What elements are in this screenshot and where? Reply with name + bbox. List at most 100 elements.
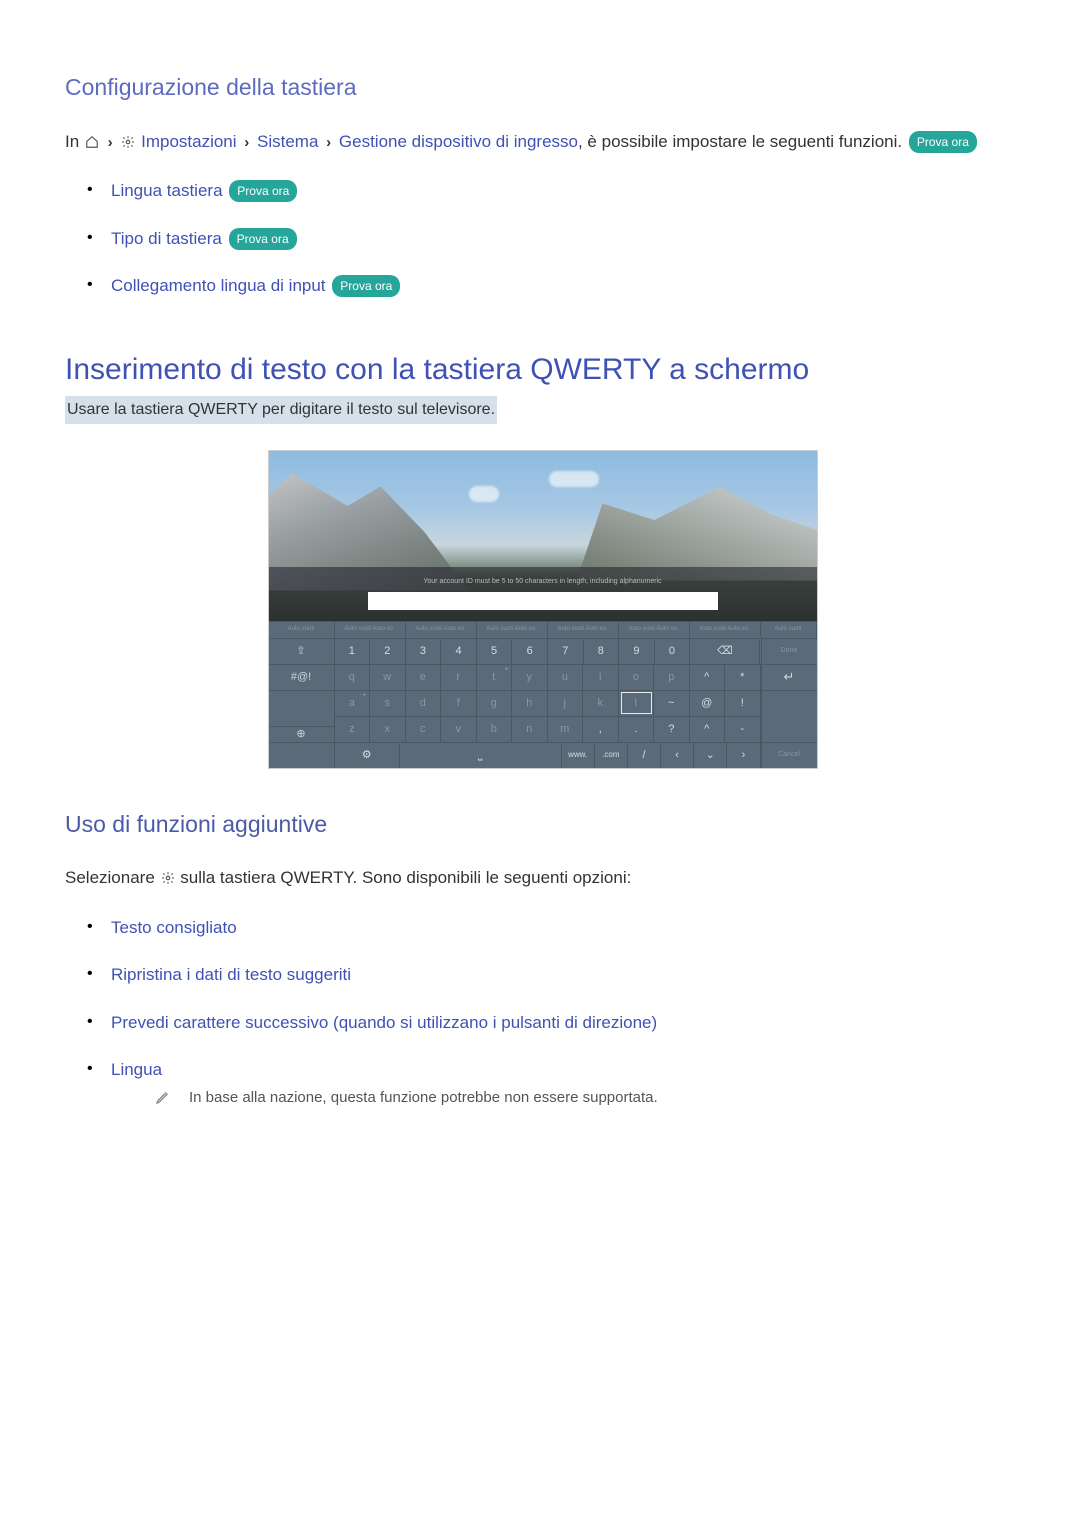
try-now-badge[interactable]: Prova ora: [229, 228, 297, 250]
try-now-badge[interactable]: Prova ora: [229, 180, 297, 202]
key-q[interactable]: q: [335, 664, 371, 690]
item-label[interactable]: Tipo di tastiera: [111, 229, 222, 248]
key-asterisk[interactable]: *: [725, 664, 761, 690]
key-u[interactable]: u: [548, 664, 584, 690]
done-key[interactable]: Done: [762, 638, 817, 664]
item-label[interactable]: Collegamento lingua di input: [111, 276, 326, 295]
key-4[interactable]: 4: [441, 638, 477, 664]
key-at[interactable]: @: [690, 690, 726, 716]
option-label[interactable]: Ripristina i dati di testo suggeriti: [111, 965, 351, 984]
key-question[interactable]: ?: [654, 716, 690, 742]
key-n[interactable]: n: [512, 716, 548, 742]
breadcrumb-sistema[interactable]: Sistema: [257, 132, 318, 151]
arrow-down-key[interactable]: ⌄: [694, 742, 727, 768]
list-item: Ripristina i dati di testo suggeriti: [93, 962, 1020, 988]
cancel-key[interactable]: Cancel: [761, 742, 817, 768]
key-j[interactable]: j: [548, 690, 584, 716]
key-e[interactable]: e: [406, 664, 442, 690]
suggestion-cell[interactable]: Auto vuoti Auto vo.: [619, 622, 690, 638]
suggestion-cell[interactable]: Auto vuoti Auto vo.: [690, 622, 761, 638]
suggestion-cell[interactable]: Auto vuoti: [761, 622, 817, 638]
arrow-right-key[interactable]: ›: [727, 742, 760, 768]
key-1[interactable]: 1: [335, 638, 371, 664]
key-caret[interactable]: ^: [690, 664, 726, 690]
key-v[interactable]: v: [441, 716, 477, 742]
done-key-area[interactable]: [762, 690, 817, 742]
item-label[interactable]: Lingua tastiera: [111, 181, 223, 200]
backspace-key[interactable]: ⌫: [690, 638, 760, 664]
option-label[interactable]: Prevedi carattere successivo (quando si …: [111, 1013, 657, 1032]
breadcrumb-gestione[interactable]: Gestione dispositivo di ingresso: [339, 132, 578, 151]
qwerty-keyboard-figure: Your account ID must be 5 to 50 characte…: [268, 450, 818, 769]
key-2[interactable]: 2: [370, 638, 406, 664]
key-k[interactable]: k: [583, 690, 619, 716]
key-g[interactable]: g: [477, 690, 513, 716]
key-m[interactable]: m: [548, 716, 584, 742]
key-o[interactable]: o: [619, 664, 655, 690]
intro2-suffix: sulla tastiera QWERTY. Sono disponibili …: [180, 868, 631, 887]
key-6[interactable]: 6: [512, 638, 548, 664]
pencil-icon: [155, 1087, 171, 1103]
key-7[interactable]: 7: [548, 638, 584, 664]
space-key[interactable]: ⎵: [400, 742, 562, 768]
symbols-key[interactable]: #@!: [269, 664, 334, 690]
list-item: Prevedi carattere successivo (quando si …: [93, 1010, 1020, 1036]
key-3[interactable]: 3: [406, 638, 442, 664]
key-z[interactable]: z: [335, 716, 371, 742]
key-s[interactable]: s: [370, 690, 406, 716]
intro-suffix: , è possibile impostare le seguenti funz…: [578, 132, 902, 151]
keyboard-gear-key[interactable]: ⚙: [335, 742, 400, 768]
try-now-badge[interactable]: Prova ora: [332, 275, 400, 297]
enter-key[interactable]: ↵: [762, 664, 817, 690]
option-label[interactable]: Lingua: [111, 1060, 162, 1079]
key-r[interactable]: r: [441, 664, 477, 690]
key-p[interactable]: p: [654, 664, 690, 690]
arrow-left-key[interactable]: ‹: [661, 742, 694, 768]
key-c[interactable]: c: [406, 716, 442, 742]
additional-options-list: Testo consigliato Ripristina i dati di t…: [65, 915, 1020, 1110]
key-a[interactable]: a+: [335, 690, 371, 716]
page-subtitle: Usare la tastiera QWERTY per digitare il…: [65, 396, 497, 424]
key-d[interactable]: d: [406, 690, 442, 716]
text-input-field[interactable]: [368, 592, 718, 610]
chevron-right-icon: ›: [326, 132, 331, 155]
key-f[interactable]: f: [441, 690, 477, 716]
suggestion-cell[interactable]: Auto vuoti Auto vo.: [406, 622, 477, 638]
suggestion-cell[interactable]: Auto vuoti: [269, 622, 335, 638]
key-9[interactable]: 9: [619, 638, 655, 664]
key-i[interactable]: i: [583, 664, 619, 690]
suggestion-cell[interactable]: Auto vuoti Auto vo.: [548, 622, 619, 638]
input-hint-text: Your account ID must be 5 to 50 characte…: [423, 577, 661, 588]
onscreen-keyboard: Auto vuoti Auto vuoti Auto vo. Auto vuot…: [269, 621, 817, 768]
key-b[interactable]: b: [477, 716, 513, 742]
key-com[interactable]: .com: [595, 742, 628, 768]
key-slash[interactable]: /: [628, 742, 661, 768]
key-comma[interactable]: ,: [583, 716, 619, 742]
key-t[interactable]: t+: [477, 664, 513, 690]
key-5[interactable]: 5: [477, 638, 513, 664]
globe-key[interactable]: ⊕: [269, 726, 334, 742]
try-now-badge[interactable]: Prova ora: [909, 131, 977, 153]
key-0[interactable]: 0: [655, 638, 691, 664]
intro2-prefix: Selezionare: [65, 868, 160, 887]
option-label[interactable]: Testo consigliato: [111, 918, 237, 937]
shift-key[interactable]: ⇧: [269, 638, 334, 664]
key-y[interactable]: y: [512, 664, 548, 690]
breadcrumb-impostazioni[interactable]: Impostazioni: [141, 132, 236, 151]
key-exclaim[interactable]: !: [725, 690, 761, 716]
key-l[interactable]: l: [619, 690, 655, 716]
suggestion-cell[interactable]: Auto vuoti Auto vo.: [335, 622, 406, 638]
section-title-keyboard-config: Configurazione della tastiera: [65, 70, 1020, 105]
keyboard-config-list: Lingua tastiera Prova ora Tipo di tastie…: [65, 178, 1020, 299]
key-tilde[interactable]: ~: [654, 690, 690, 716]
key-dash[interactable]: -: [725, 716, 761, 742]
key-caret2[interactable]: ^: [690, 716, 726, 742]
key-8[interactable]: 8: [584, 638, 620, 664]
key-w[interactable]: w: [370, 664, 406, 690]
list-item: Tipo di tastiera Prova ora: [93, 226, 1020, 252]
suggestion-cell[interactable]: Auto vuoti Auto vo.: [477, 622, 548, 638]
key-h[interactable]: h: [512, 690, 548, 716]
key-period[interactable]: .: [619, 716, 655, 742]
key-www[interactable]: www.: [562, 742, 595, 768]
key-x[interactable]: x: [370, 716, 406, 742]
